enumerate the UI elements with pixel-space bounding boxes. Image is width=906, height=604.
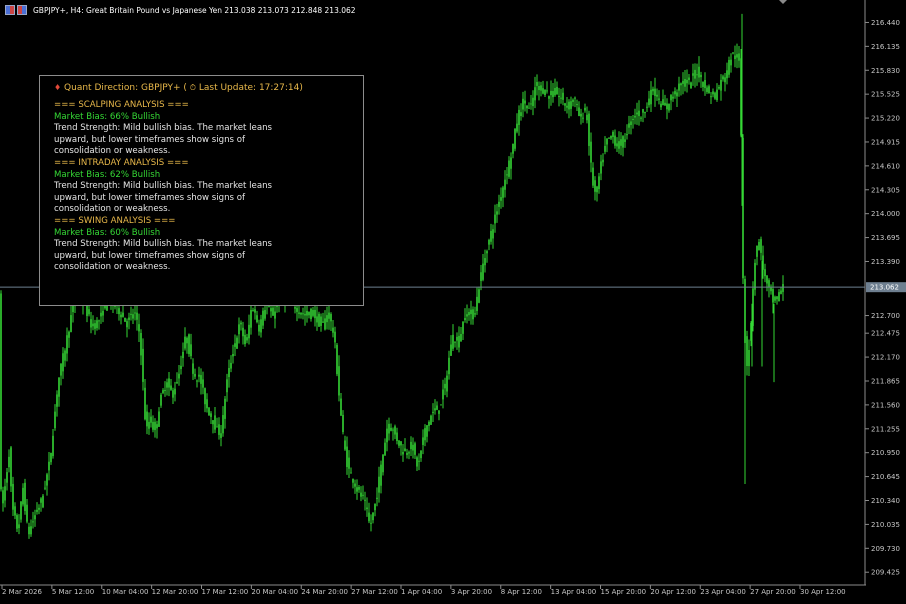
x-tick-label: 10 Mar 04:00 xyxy=(102,588,149,596)
current-price-tag: 213.062 xyxy=(866,282,906,293)
x-tick-label: 3 Apr 20:00 xyxy=(451,588,492,596)
market-bias: Market Bias: 66% Bullish xyxy=(54,111,161,122)
chart-header: GBPJPY+, H4: Great Britain Pound vs Japa… xyxy=(5,4,356,16)
x-tick-label: 24 Mar 20:00 xyxy=(301,588,348,596)
y-tick-label: 212.475 xyxy=(871,330,900,338)
y-tick-label: 216.135 xyxy=(871,43,900,51)
price-tag-text: 213.062 xyxy=(870,284,899,292)
trend-strength-line: Trend Strength: Mild bullish bias. The m… xyxy=(54,181,273,192)
x-tick-label: 1 Apr 04:00 xyxy=(401,588,442,596)
y-tick-label: 210.340 xyxy=(871,497,900,505)
red-drop-icon: ♦ xyxy=(54,83,62,92)
y-tick-label: 215.525 xyxy=(871,91,900,99)
x-tick-label: 17 Mar 12:00 xyxy=(202,588,249,596)
y-tick-label: 212.700 xyxy=(871,312,900,320)
trend-strength-line: Trend Strength: Mild bullish bias. The m… xyxy=(54,123,273,134)
trend-strength-line: upward, but lower timeframes show signs … xyxy=(54,250,246,261)
x-tick-label: 20 Mar 04:00 xyxy=(251,588,298,596)
trend-strength-line: consolidation or weakness. xyxy=(54,146,171,157)
y-tick-label: 214.610 xyxy=(871,162,900,170)
chart-title: GBPJPY+, H4: Great Britain Pound vs Japa… xyxy=(33,5,356,15)
panel-title-prefix: Quant Direction: GBPJPY+ ( xyxy=(64,83,190,93)
panel-title-suffix: Last Update: 17:27:14) xyxy=(195,83,303,93)
y-tick-label: 211.560 xyxy=(871,401,900,409)
panel-title: ♦ Quant Direction: GBPJPY+ ( ⏱ Last Upda… xyxy=(54,83,303,93)
y-tick-label: 213.695 xyxy=(871,234,900,242)
shift-marker-icon[interactable] xyxy=(779,0,787,4)
y-tick-label: 214.000 xyxy=(871,210,900,218)
section-heading: === SWING ANALYSIS === xyxy=(54,215,176,226)
chart-window-icon[interactable] xyxy=(17,5,27,15)
section-heading: === INTRADAY ANALYSIS === xyxy=(54,157,189,168)
y-tick-label: 211.255 xyxy=(871,425,900,433)
trend-strength-line: upward, but lower timeframes show signs … xyxy=(54,192,246,203)
y-tick-label: 210.645 xyxy=(871,473,900,481)
x-tick-label: 20 Apr 12:00 xyxy=(650,588,696,596)
section-heading: === SCALPING ANALYSIS === xyxy=(54,100,189,110)
panel-body: === SCALPING ANALYSIS === Market Bias: 6… xyxy=(54,100,354,274)
x-tick-label: 8 Apr 12:00 xyxy=(501,588,542,596)
x-tick-label: 5 Mar 12:00 xyxy=(52,588,94,596)
x-axis-ticks: 2 Mar 2026 5 Mar 12:00 10 Mar 04:00 12 Mar … xyxy=(1,585,846,596)
y-tick-label: 214.915 xyxy=(871,138,900,146)
chart-window-icon[interactable] xyxy=(5,5,15,15)
trend-strength-line: consolidation or weakness. xyxy=(54,204,171,215)
x-tick-label: 27 Apr 20:00 xyxy=(750,588,796,596)
trend-strength-line: upward, but lower timeframes show signs … xyxy=(54,134,246,145)
analysis-panel: ♦ Quant Direction: GBPJPY+ ( ⏱ Last Upda… xyxy=(39,75,364,306)
x-tick-label: 13 Apr 04:00 xyxy=(551,588,597,596)
x-tick-label: 2 Mar 2026 xyxy=(2,588,42,596)
x-tick-label: 15 Apr 20:00 xyxy=(601,588,647,596)
y-tick-label: 215.220 xyxy=(871,115,900,123)
trend-strength-line: consolidation or weakness. xyxy=(54,262,171,273)
market-bias: Market Bias: 60% Bullish xyxy=(54,227,161,238)
trend-strength-line: Trend Strength: Mild bullish bias. The m… xyxy=(54,239,273,250)
y-tick-label: 209.730 xyxy=(871,545,900,553)
y-axis-ticks: 216.440 216.135 215.830 215.525 215.220 214.9… xyxy=(865,19,900,577)
x-tick-label: 12 Mar 20:00 xyxy=(152,588,199,596)
y-tick-label: 210.950 xyxy=(871,449,900,457)
x-tick-label: 27 Mar 12:00 xyxy=(351,588,398,596)
x-tick-label: 23 Apr 04:00 xyxy=(700,588,746,596)
y-tick-label: 216.440 xyxy=(871,19,900,27)
y-tick-label: 210.035 xyxy=(871,521,900,529)
x-tick-label: 30 Apr 12:00 xyxy=(800,588,846,596)
y-tick-label: 214.305 xyxy=(871,186,900,194)
y-tick-label: 215.830 xyxy=(871,67,900,75)
y-tick-label: 212.170 xyxy=(871,354,900,362)
market-bias: Market Bias: 62% Bullish xyxy=(54,169,161,180)
y-tick-label: 213.390 xyxy=(871,258,900,266)
y-tick-label: 211.865 xyxy=(871,377,900,385)
y-tick-label: 209.425 xyxy=(871,569,900,577)
